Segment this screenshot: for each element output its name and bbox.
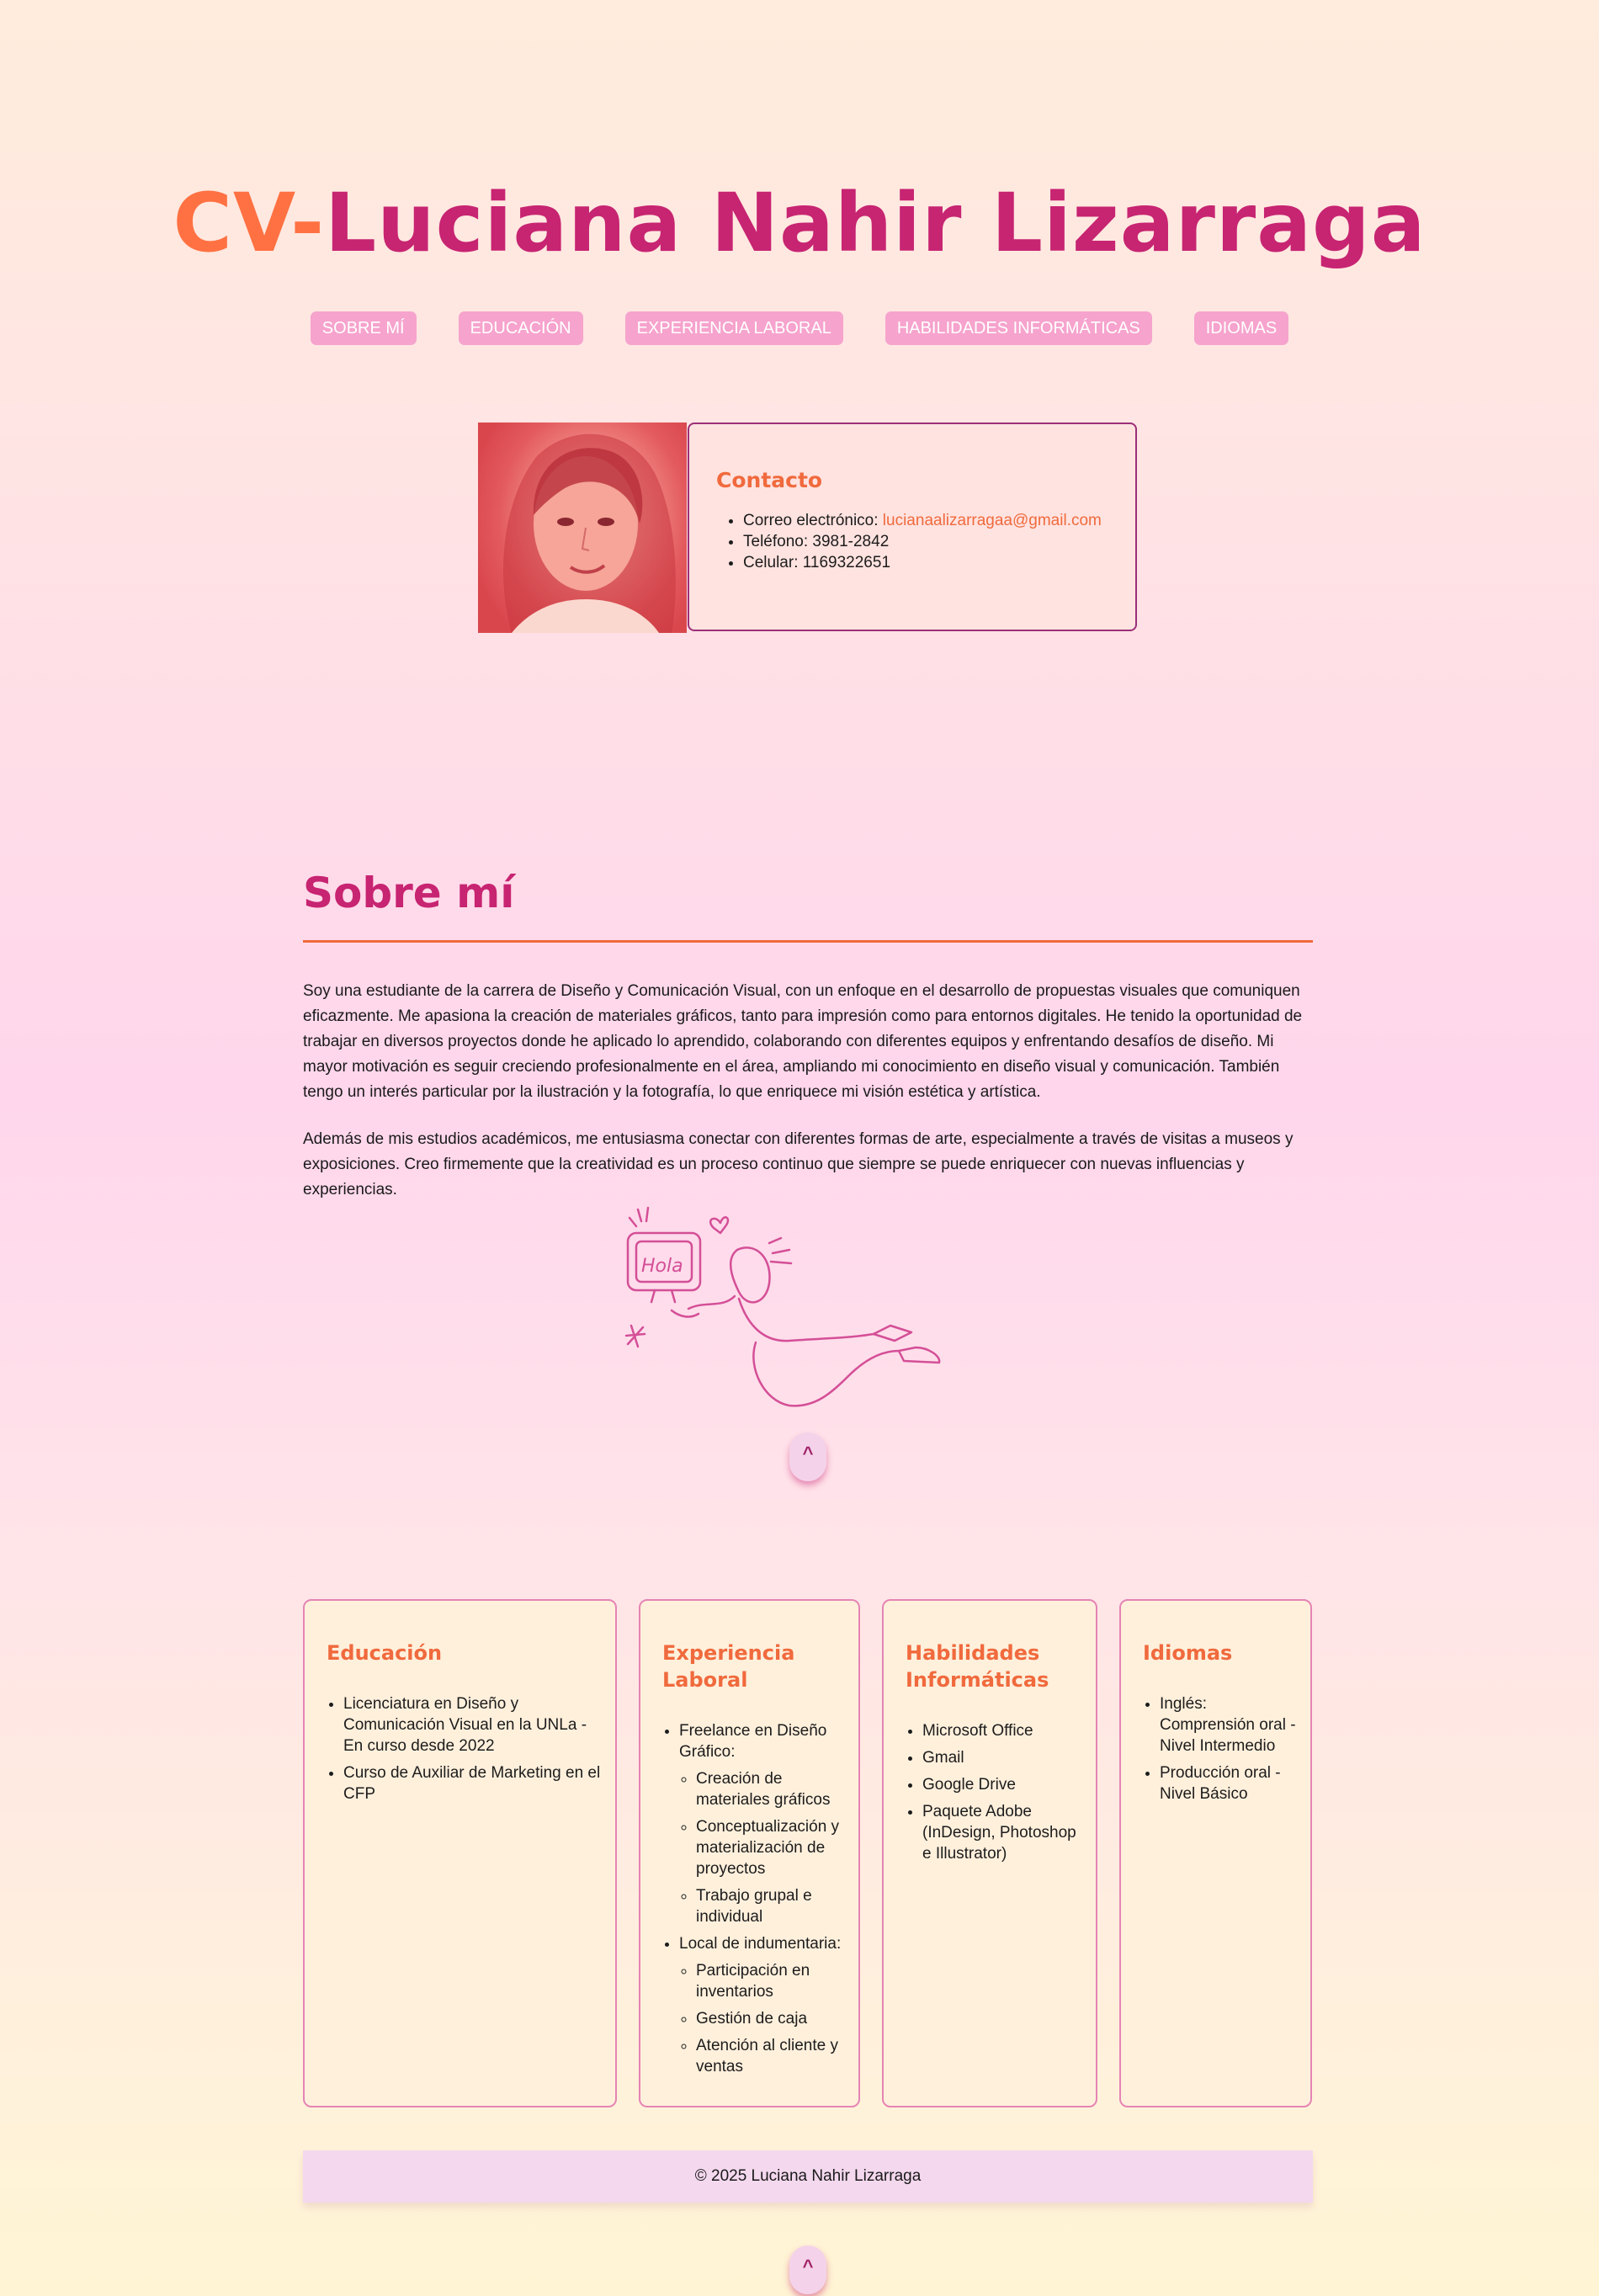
back-to-top-button[interactable]: ^ (789, 1432, 826, 1481)
list-item: Microsoft Office (922, 1720, 1086, 1741)
skills-heading: Habilidades Informáticas (906, 1641, 1049, 1692)
list-item: Licenciatura en Diseño y Comunicación Vi… (343, 1693, 605, 1757)
floating-girl-illustration: Hola (624, 1206, 941, 1407)
nav-educacion[interactable]: EDUCACIÓN (458, 311, 583, 345)
nav-habilidades-informaticas[interactable]: HABILIDADES INFORMÁTICAS (884, 311, 1152, 345)
drawing-screen-text: Hola (641, 1256, 683, 1277)
experience-list: Freelance en Diseño Gráfico: Creación de… (662, 1720, 848, 2083)
education-card: Educación Licenciatura en Diseño y Comun… (303, 1599, 617, 2107)
skills-list: Microsoft Office Gmail Google Drive Paqu… (906, 1720, 1086, 1870)
about-heading: Sobre mí (303, 869, 515, 917)
list-item: Creación de materiales gráficos (696, 1768, 848, 1810)
portrait-illustration (503, 433, 676, 633)
nav-experiencia-laboral[interactable]: EXPERIENCIA LABORAL (624, 311, 843, 345)
job-title: Freelance en Diseño Gráfico: (679, 1722, 827, 1761)
contact-mobile: Celular: 1169322651 (743, 552, 1102, 573)
list-item: Atención al cliente y ventas (696, 2035, 848, 2077)
main-nav: SOBRE MÍ EDUCACIÓN EXPERIENCIA LABORAL H… (0, 311, 1599, 345)
contact-phone: Teléfono: 3981-2842 (743, 531, 1102, 552)
nav-idiomas[interactable]: IDIOMAS (1193, 311, 1289, 345)
list-item: Local de indumentaria: Participación en … (679, 1933, 848, 2077)
nav-sobre-mi[interactable]: SOBRE MÍ (310, 311, 417, 345)
contact-card: Contacto Correo electrónico: lucianaaliz… (688, 423, 1137, 631)
education-list: Licenciatura en Diseño y Comunicación Vi… (327, 1693, 605, 1810)
list-item: Gmail (922, 1747, 1086, 1768)
contact-heading: Contacto (716, 468, 823, 492)
job-task-list: Participación en inventarios Gestión de … (679, 1960, 848, 2077)
languages-heading: Idiomas (1143, 1641, 1233, 1665)
about-paragraph-1: Soy una estudiante de la carrera de Dise… (303, 982, 1303, 1101)
languages-card: Idiomas Inglés: Comprensión oral - Nivel… (1119, 1599, 1312, 2107)
back-to-top-button-footer[interactable]: ^ (789, 2246, 826, 2294)
list-item: Paquete Adobe (InDesign, Photoshop e Ill… (922, 1801, 1086, 1864)
job-task-list: Creación de materiales gráficos Conceptu… (679, 1768, 848, 1927)
education-heading: Educación (327, 1641, 443, 1665)
job-title: Local de indumentaria: (679, 1935, 842, 1953)
contact-list: Correo electrónico: lucianaalizarragaa@g… (716, 510, 1102, 573)
list-item: Google Drive (922, 1774, 1086, 1795)
about-divider (303, 940, 1313, 943)
languages-list: Inglés: Comprensión oral - Nivel Interme… (1143, 1693, 1300, 1810)
about-paragraph-2: Además de mis estudios académicos, me en… (303, 1130, 1294, 1198)
page-title: CV-Luciana Nahir Lizarraga (0, 168, 1599, 278)
list-item: Curso de Auxiliar de Marketing en el CFP (343, 1762, 605, 1804)
list-item: Participación en inventarios (696, 1960, 848, 2002)
email-link[interactable]: lucianaalizarragaa@gmail.com (883, 512, 1102, 529)
list-item: Freelance en Diseño Gráfico: Creación de… (679, 1720, 848, 1927)
footer: © 2025 Luciana Nahir Lizarraga (303, 2150, 1313, 2203)
list-item: Gestión de caja (696, 2008, 848, 2029)
experience-heading: Experiencia Laboral (662, 1641, 795, 1692)
title-name: Luciana Nahir Lizarraga (325, 176, 1426, 270)
list-item: Producción oral - Nivel Básico (1160, 1762, 1300, 1804)
list-item: Conceptualización y materialización de p… (696, 1816, 848, 1879)
profile-photo (478, 423, 687, 633)
list-item: Inglés: Comprensión oral - Nivel Interme… (1160, 1693, 1300, 1757)
title-prefix: CV- (173, 176, 326, 270)
contact-email-item: Correo electrónico: lucianaalizarragaa@g… (743, 510, 1102, 531)
list-item: Trabajo grupal e individual (696, 1885, 848, 1927)
email-label: Correo electrónico: (743, 512, 883, 529)
experience-card: Experiencia Laboral Freelance en Diseño … (639, 1599, 860, 2107)
skills-card: Habilidades Informáticas Microsoft Offic… (882, 1599, 1097, 2107)
